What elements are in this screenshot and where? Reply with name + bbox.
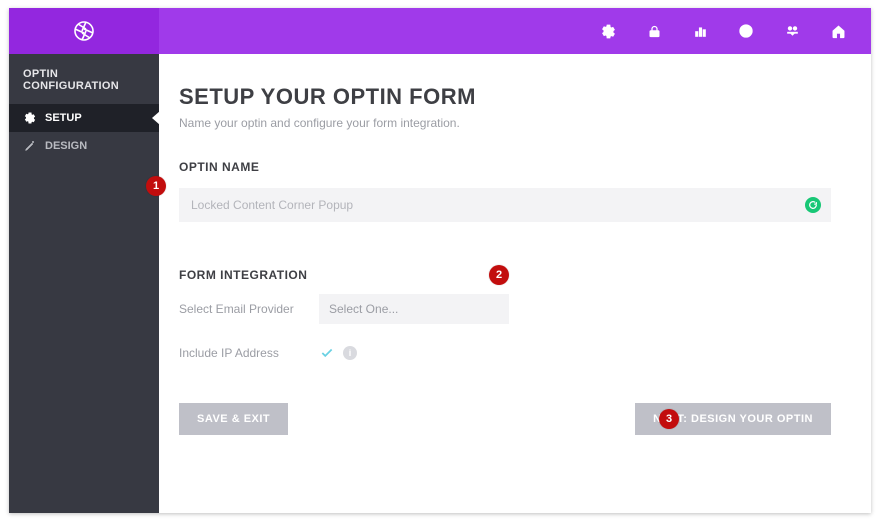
provider-label: Select Email Provider bbox=[179, 302, 319, 316]
callout-2: 2 bbox=[489, 265, 509, 285]
callout-3: 3 bbox=[659, 409, 679, 429]
page-subtitle: Name your optin and configure your form … bbox=[179, 116, 831, 130]
sidebar-item-setup[interactable]: SETUP bbox=[9, 104, 159, 132]
grammarly-icon[interactable] bbox=[805, 197, 821, 213]
lock-icon[interactable] bbox=[645, 22, 663, 40]
main-panel: SETUP YOUR OPTIN FORM Name your optin an… bbox=[159, 54, 871, 513]
sidebar-item-label: DESIGN bbox=[45, 140, 87, 152]
sidebar: OPTIN CONFIGURATION SETUP DESIGN bbox=[9, 54, 159, 513]
home-icon[interactable] bbox=[829, 22, 847, 40]
aperture-icon bbox=[72, 19, 96, 43]
info-icon[interactable]: i bbox=[343, 346, 357, 360]
optin-name-input[interactable] bbox=[179, 188, 831, 222]
sidebar-title: OPTIN CONFIGURATION bbox=[9, 54, 159, 104]
optin-name-label: OPTIN NAME bbox=[179, 160, 831, 174]
save-exit-button[interactable]: SAVE & EXIT bbox=[179, 403, 288, 435]
user-circle-icon[interactable] bbox=[737, 22, 755, 40]
pencil-icon bbox=[23, 140, 36, 153]
gear-icon bbox=[23, 112, 36, 125]
brand-logo[interactable] bbox=[9, 8, 159, 54]
bar-chart-icon[interactable] bbox=[691, 22, 709, 40]
ip-checkbox[interactable] bbox=[319, 345, 335, 361]
callout-1: 1 bbox=[146, 176, 166, 196]
check-icon bbox=[320, 346, 334, 360]
users-icon[interactable] bbox=[783, 22, 801, 40]
sidebar-item-label: SETUP bbox=[45, 112, 82, 124]
provider-placeholder: Select One... bbox=[329, 302, 398, 316]
ip-label: Include IP Address bbox=[179, 346, 319, 360]
topbar bbox=[9, 8, 871, 54]
gear-icon[interactable] bbox=[599, 22, 617, 40]
page-heading: SETUP YOUR OPTIN FORM bbox=[179, 84, 831, 110]
sidebar-item-design[interactable]: DESIGN bbox=[9, 132, 159, 160]
provider-select[interactable]: Select One... bbox=[319, 294, 509, 324]
